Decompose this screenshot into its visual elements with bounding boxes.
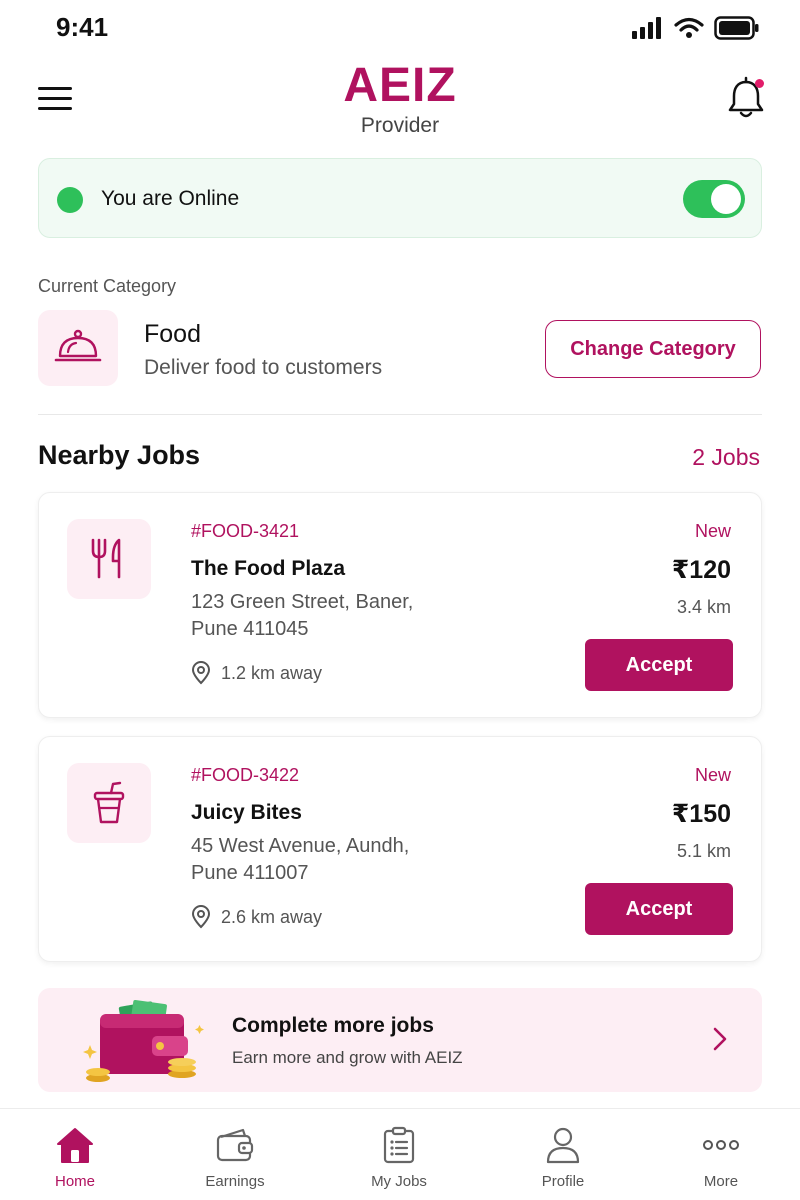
clipboard-icon [383, 1126, 415, 1164]
job-address: 45 West Avenue, Aundh, Pune 411007 [191, 833, 491, 887]
category-section-title: Current Category [38, 276, 177, 296]
tab-earnings[interactable]: Earnings [160, 1109, 310, 1200]
tab-label: Profile [541, 1173, 585, 1190]
status-time: 9:41 [56, 12, 109, 42]
job-price: ₹150 [671, 800, 731, 828]
more-icon [703, 1140, 739, 1150]
drink-cup-icon [93, 781, 125, 824]
notification-badge [755, 79, 764, 88]
brand-logo: AEIZ [343, 59, 457, 112]
job-address-line1: 45 West Avenue, Aundh, [191, 835, 410, 857]
divider [38, 414, 762, 415]
job-address: 123 Green Street, Baner, Pune 411045 [191, 589, 491, 643]
status-bar: 9:41 [0, 0, 800, 56]
status-icons [632, 16, 760, 40]
notifications-button[interactable] [726, 76, 766, 120]
tab-icon [545, 1125, 581, 1165]
job-distance-text: 1.2 km away [221, 662, 323, 683]
tab-label: My Jobs [371, 1173, 427, 1190]
food-cloche-icon [54, 329, 102, 362]
category-description: Deliver food to customers [144, 356, 383, 379]
job-distance: 1.2 km away [191, 661, 322, 685]
wallet-illustration [83, 999, 204, 1082]
job-distance-text: 2.6 km away [221, 906, 323, 927]
job-address-line2: Pune 411007 [191, 862, 309, 884]
bottom-tab-bar: Home Earnings My Jobs Profile More [0, 1108, 800, 1200]
tab-icon [55, 1125, 95, 1165]
location-pin-icon [191, 905, 211, 929]
app-header: AEIZ Provider [0, 56, 800, 148]
location-pin-icon [191, 661, 211, 685]
tab-label: Home [54, 1173, 95, 1190]
job-card[interactable]: #FOOD-3421 The Food Plaza 123 Green Stre… [38, 492, 762, 718]
tab-home[interactable]: Home [0, 1109, 150, 1200]
job-id: #FOOD-3422 [191, 765, 300, 785]
tab-icon [382, 1125, 416, 1165]
online-status-card: You are Online [38, 158, 762, 238]
wifi-icon [674, 17, 704, 38]
toggle-knob [711, 184, 741, 214]
job-distance: 2.6 km away [191, 905, 322, 929]
promo-title: Complete more jobs [232, 1014, 434, 1037]
brand-subtitle: Provider [360, 114, 440, 137]
profile-icon [546, 1127, 580, 1164]
job-id: #FOOD-3421 [191, 521, 300, 541]
tab-my-jobs[interactable]: My Jobs [324, 1109, 474, 1200]
job-status-badge: New [694, 765, 731, 785]
job-name: Juicy Bites [191, 801, 302, 824]
online-indicator [57, 187, 83, 213]
chevron-right-icon [713, 1027, 727, 1051]
category-name: Food [144, 320, 201, 348]
job-trip-distance: 5.1 km [676, 841, 731, 861]
tab-label: More [703, 1173, 739, 1190]
tab-profile[interactable]: Profile [488, 1109, 638, 1200]
brand: AEIZ Provider [0, 58, 800, 138]
tab-more[interactable]: More [646, 1109, 796, 1200]
nearby-jobs-title: Nearby Jobs [38, 440, 201, 470]
job-address-line2: Pune 411045 [191, 618, 309, 640]
job-icon-box [67, 519, 151, 599]
online-toggle[interactable] [683, 180, 745, 218]
promo-subtitle: Earn more and grow with AEIZ [232, 1048, 463, 1067]
job-icon-box [67, 763, 151, 843]
accept-button[interactable]: Accept [585, 883, 733, 935]
nearby-jobs-count[interactable]: 2 Jobs [692, 444, 760, 471]
accept-button[interactable]: Accept [585, 639, 733, 691]
promo-banner[interactable]: Complete more jobs Earn more and grow wi… [38, 988, 762, 1092]
online-label: You are Online [101, 187, 240, 210]
tab-label: Earnings [205, 1173, 265, 1190]
job-address-line1: 123 Green Street, Baner, [191, 591, 414, 613]
job-trip-distance: 3.4 km [676, 597, 731, 617]
job-price: ₹120 [671, 556, 731, 584]
home-icon [57, 1128, 93, 1163]
wallet-icon [216, 1128, 254, 1162]
tab-icon [215, 1125, 255, 1165]
tab-icon [702, 1125, 740, 1165]
cutlery-icon [91, 538, 121, 579]
job-card[interactable]: #FOOD-3422 Juicy Bites 45 West Avenue, A… [38, 736, 762, 962]
category-icon-box [38, 310, 118, 386]
battery-icon [714, 16, 759, 40]
job-status-badge: New [694, 521, 731, 541]
change-category-button[interactable]: Change Category [545, 320, 761, 378]
signal-icon [632, 17, 661, 39]
job-name: The Food Plaza [191, 557, 346, 580]
